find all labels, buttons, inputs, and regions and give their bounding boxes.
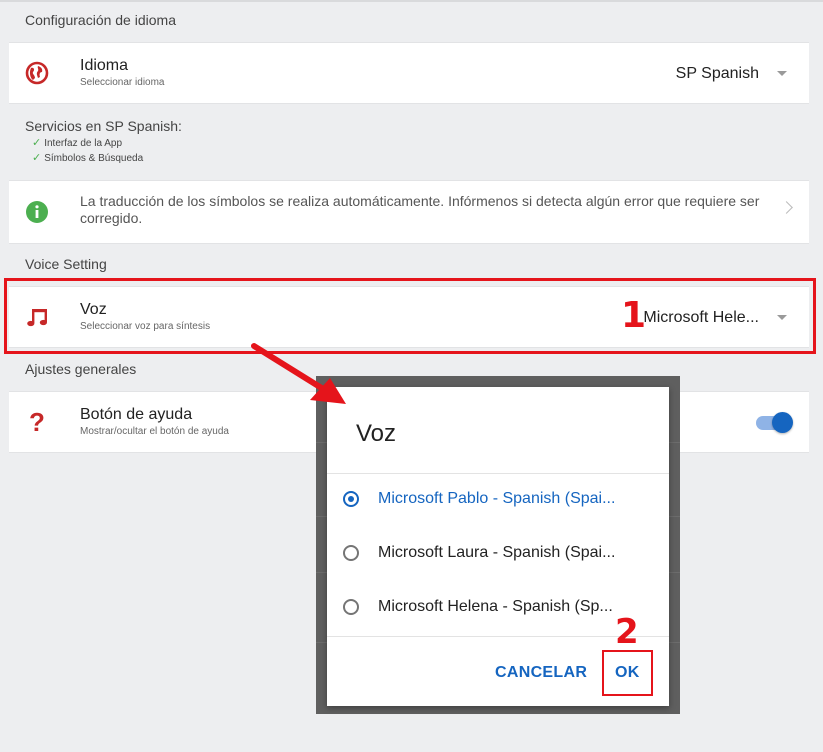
service-item-label: Símbolos & Búsqueda [44,153,144,164]
check-icon: ✓ [32,152,42,164]
service-item-label: Interfaz de la App [44,138,123,149]
voice-option-pablo[interactable]: Microsoft Pablo - Spanish (Spai... [327,474,669,528]
radio-unselected-icon[interactable] [343,545,359,561]
ok-button-highlight [602,650,653,696]
info-text: La traducción de los símbolos se realiza… [80,193,760,226]
info-icon [25,200,49,224]
cancel-button[interactable]: CANCELAR [495,664,587,682]
annotation-arrow-icon [251,343,346,404]
chevron-down-icon[interactable] [777,71,787,76]
general-section-title: Ajustes generales [25,361,137,377]
help-row-title: Botón de ayuda [80,406,193,423]
language-dropdown-value[interactable]: SP Spanish [676,65,759,83]
check-icon: ✓ [32,137,42,149]
question-icon: ? [29,407,45,437]
language-section-title: Configuración de idioma [25,12,176,28]
step-1-label: 1 [621,295,647,336]
chevron-right-icon[interactable] [780,201,793,214]
voice-row-highlight [4,278,816,354]
help-row-subtitle: Mostrar/ocultar el botón de ayuda [80,426,229,437]
voice-option-label: Microsoft Helena - Spanish (Sp... [378,598,613,615]
language-row-title: Idioma [80,57,129,74]
voice-section-title: Voice Setting [25,256,107,272]
voice-option-laura[interactable]: Microsoft Laura - Spanish (Spai... [327,528,669,582]
radio-selected-icon[interactable] [343,491,359,507]
service-item: ✓ Símbolos & Búsqueda [32,151,143,164]
language-row-subtitle: Seleccionar idioma [80,77,165,88]
top-divider [0,0,823,2]
voice-option-label: Microsoft Laura - Spanish (Spai... [378,544,616,561]
service-item: ✓ Interfaz de la App [32,136,122,149]
radio-unselected-icon[interactable] [343,599,359,615]
step-2-label: 2 [615,612,639,652]
voice-option-label: Microsoft Pablo - Spanish (Spai... [378,490,616,507]
info-card[interactable]: La traducción de los símbolos se realiza… [9,180,809,244]
dialog-title: Voz [356,420,397,447]
language-row[interactable]: Idioma Seleccionar idioma SP Spanish [9,42,809,104]
help-toggle[interactable] [772,412,793,433]
globe-icon [25,61,49,85]
services-title: Servicios en SP Spanish: [25,118,182,134]
